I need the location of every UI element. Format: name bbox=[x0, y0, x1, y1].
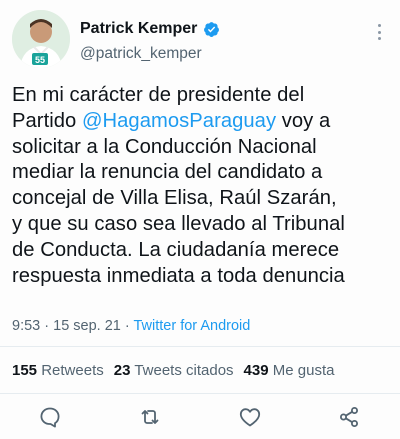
share-icon[interactable] bbox=[337, 405, 361, 429]
tweet-line: mediar la renuncia del candidato a bbox=[12, 161, 323, 184]
tweet-line: Partido @HagamosParaguay voy a bbox=[12, 109, 331, 132]
tweet-line: solicitar a la Conducción Nacional bbox=[12, 135, 317, 158]
tweet-text: En mi carácter de presidente del Partido… bbox=[12, 83, 396, 289]
divider bbox=[0, 393, 400, 394]
avatar[interactable]: 55 bbox=[12, 10, 70, 68]
author-name-row: Patrick Kemper bbox=[80, 18, 220, 40]
tweet-time[interactable]: 9:53 bbox=[12, 318, 40, 334]
tweet-line: de Conducta. La ciudadanía merece bbox=[12, 238, 340, 261]
tweet-line: y que su caso sea llevado al Tribunal bbox=[12, 212, 345, 235]
like-icon[interactable] bbox=[238, 405, 262, 429]
tweet-stats: 155 Retweets 23 Tweets citados 439 Me gu… bbox=[12, 362, 334, 379]
retweet-icon[interactable] bbox=[138, 405, 162, 429]
divider bbox=[0, 346, 400, 347]
tweet-meta: 9:53 · 15 sep. 21 · Twitter for Android bbox=[12, 318, 250, 334]
tweet-source-link[interactable]: Twitter for Android bbox=[133, 318, 250, 334]
author-name[interactable]: Patrick Kemper bbox=[80, 20, 197, 38]
tweet-actions bbox=[0, 400, 400, 434]
tweet-line: En mi carácter de presidente del bbox=[12, 84, 305, 106]
likes-stat[interactable]: 439 Me gusta bbox=[244, 362, 335, 379]
avatar-image: 55 bbox=[12, 10, 70, 68]
meta-separator: · bbox=[40, 318, 54, 334]
verified-badge-icon bbox=[203, 21, 220, 38]
mention-link[interactable]: @HagamosParaguay bbox=[82, 110, 276, 132]
tweet-card: 55 Patrick Kemper @patrick_kemper En mi … bbox=[0, 0, 400, 439]
more-options-icon[interactable] bbox=[374, 24, 384, 40]
meta-separator: · bbox=[120, 318, 134, 334]
author-handle[interactable]: @patrick_kemper bbox=[80, 45, 202, 63]
quote-tweets-stat[interactable]: 23 Tweets citados bbox=[114, 362, 234, 379]
tweet-date[interactable]: 15 sep. 21 bbox=[53, 318, 121, 334]
tweet-line: respuesta inmediata a toda denuncia bbox=[12, 264, 345, 287]
reply-icon[interactable] bbox=[38, 405, 62, 429]
tweet-line: concejal de Villa Elisa, Raúl Szarán, bbox=[12, 187, 337, 210]
avatar-badge: 55 bbox=[35, 55, 45, 65]
retweets-stat[interactable]: 155 Retweets bbox=[12, 362, 104, 379]
